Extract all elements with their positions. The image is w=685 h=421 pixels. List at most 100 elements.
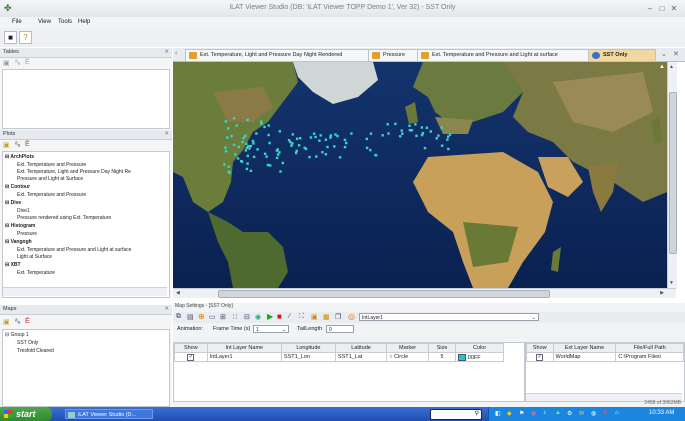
show-checkbox[interactable]: ✓ <box>526 352 554 362</box>
tab-close-icon[interactable]: ✕ <box>673 50 679 58</box>
tab-menu-icon[interactable]: ⌄ <box>661 50 667 58</box>
tree-group[interactable]: ⊟ Dive <box>5 200 21 206</box>
column-header[interactable]: Size <box>427 343 457 353</box>
plots-close-icon[interactable]: ✕ <box>164 131 169 137</box>
tray-icon[interactable]: ⚙ <box>567 410 572 417</box>
tab-ext-temp-pressure-light[interactable]: Ext. Temperature and Pressure and Light … <box>417 49 601 62</box>
tree-group[interactable]: ⊟ ArchPlots <box>5 154 34 160</box>
add-table-icon[interactable]: ▣ <box>3 59 10 67</box>
tab-sst-only[interactable]: SST Only <box>588 49 656 62</box>
layer-icon[interactable]: ▭ <box>209 313 216 321</box>
table-row[interactable]: ✓ IntLayer1 SST1_Lon SST1_Lat ○ Circle 5… <box>174 352 504 362</box>
taskbar-app-item[interactable]: iLAT Viewer Studio (D... <box>65 409 153 419</box>
layer-select-icon[interactable]: ◎ <box>348 312 355 321</box>
delete-table-icon[interactable]: Ē <box>25 59 30 66</box>
ext-layer-name-cell[interactable]: WorldMap <box>552 352 617 362</box>
map-vscrollbar[interactable]: ▲ ▼ <box>667 62 677 288</box>
add-map-icon[interactable]: ▣ <box>3 318 10 326</box>
delete-map-icon[interactable]: Ē <box>25 318 30 325</box>
dots-icon[interactable]: ∷ <box>233 313 237 321</box>
stop-icon[interactable]: ■ <box>277 312 282 321</box>
table-icon[interactable]: ⊟ <box>244 313 250 321</box>
globe-icon[interactable]: ◉ <box>255 313 261 321</box>
save-icon[interactable]: ■ <box>4 31 17 44</box>
tree-item[interactable]: Pressure and Light at Surface <box>17 176 83 182</box>
scroll-left-icon[interactable]: ◀ <box>176 290 180 296</box>
rename-table-icon[interactable]: ᵃₐ <box>15 59 20 66</box>
tray-icon[interactable]: ✉ <box>579 410 584 417</box>
column-header[interactable]: Latitude <box>334 343 388 353</box>
tree-item[interactable]: Dive1 <box>17 208 30 214</box>
delete-plot-icon[interactable]: Ē <box>25 141 30 148</box>
maps-close-icon[interactable]: ✕ <box>164 306 169 312</box>
chart-icon[interactable]: ▦ <box>323 313 330 321</box>
show-checkbox[interactable]: ✓ <box>174 352 208 362</box>
tab-scroll-left-icon[interactable]: ‹ <box>175 50 177 57</box>
menu-help[interactable]: Help <box>78 19 90 25</box>
window-icon[interactable]: ❐ <box>335 313 341 321</box>
select-icon[interactable]: ⛶ <box>299 313 304 321</box>
tree-item[interactable]: Ext. Temperature and Pressure <box>17 192 86 198</box>
tray-icon[interactable]: ◧ <box>495 410 501 417</box>
column-header[interactable]: File/Full Path <box>615 343 684 353</box>
grid-icon[interactable]: ⊞ <box>220 313 226 321</box>
column-header[interactable]: Color <box>455 343 504 353</box>
tree-item[interactable]: Ext. Temperature and Pressure <box>17 162 86 168</box>
column-header[interactable]: Longitude <box>280 343 336 353</box>
help-icon[interactable]: ? <box>19 31 32 44</box>
tree-group[interactable]: ⊟ Contour <box>5 184 30 190</box>
hscroll-thumb[interactable] <box>218 290 550 298</box>
tray-icon[interactable]: ⌂ <box>615 410 619 416</box>
column-header[interactable]: Marker <box>386 343 429 353</box>
rename-plot-icon[interactable]: ᵃₐ <box>15 141 20 148</box>
tree-item[interactable]: Ext. Temperature, Light and Pressure Day… <box>17 169 131 175</box>
column-header[interactable]: Show <box>174 343 208 353</box>
tree-item[interactable]: Pressure <box>17 231 37 237</box>
menu-tools[interactable]: Tools <box>58 19 72 25</box>
color-cell[interactable]: 00FF <box>455 352 504 362</box>
scroll-right-icon[interactable]: ▶ <box>660 290 664 296</box>
map-view[interactable]: ▲ <box>173 62 667 288</box>
tree-group[interactable]: ⊟ Vangogh <box>5 239 32 245</box>
start-button[interactable]: start <box>0 407 52 421</box>
tree-item[interactable]: Ext. Temperature <box>17 270 55 276</box>
menu-view[interactable]: View <box>38 19 51 25</box>
map-scroll-up-icon[interactable]: ▲ <box>659 64 665 70</box>
tree-group[interactable]: ⊟ XBT <box>5 262 21 268</box>
maximize-button[interactable]: □ <box>657 4 667 13</box>
paste-icon[interactable]: ▤ <box>187 313 194 321</box>
tray-icon[interactable]: ◆ <box>507 410 512 417</box>
frame-time-select[interactable]: 1 ⌄ <box>253 325 289 333</box>
tray-icon[interactable]: ◍ <box>591 410 596 417</box>
column-header[interactable]: Ext Layer Name <box>552 343 617 353</box>
file-path-cell[interactable]: C:\Program Files\ <box>615 352 684 362</box>
draw-line-icon[interactable]: ⁄ <box>289 313 290 320</box>
tray-icon[interactable]: ⚑ <box>519 410 524 417</box>
latitude-cell[interactable]: SST1_Lat <box>334 352 388 362</box>
export-icon[interactable]: ▣ <box>311 313 318 321</box>
tray-icon[interactable]: ■ <box>603 410 607 416</box>
tree-group[interactable]: ⊟ Group 1 <box>5 332 29 338</box>
tree-item[interactable]: Tresfold Cleared <box>17 348 54 354</box>
tree-item[interactable]: Light at Surface <box>17 254 52 260</box>
tab-ext-temp-light-pressure[interactable]: Ext. Temperature, Light and Pressure Day… <box>185 49 381 62</box>
column-header[interactable]: Int Layer Name <box>206 343 282 353</box>
layer-name-cell[interactable]: IntLayer1 <box>206 352 282 362</box>
tree-item[interactable]: SST Only <box>17 340 38 346</box>
taskbar-search-input[interactable]: ⚲ <box>430 409 482 420</box>
rename-map-icon[interactable]: ᵃₐ <box>15 318 20 325</box>
add-plot-icon[interactable]: ▣ <box>3 141 10 149</box>
scroll-up-icon[interactable]: ▲ <box>669 64 674 70</box>
close-button[interactable]: ✕ <box>669 4 679 13</box>
tables-tree[interactable] <box>2 69 170 129</box>
scroll-down-icon[interactable]: ▼ <box>669 280 674 286</box>
minimize-button[interactable]: – <box>645 4 655 13</box>
marker-cell[interactable]: ○ Circle <box>386 352 429 362</box>
clock[interactable]: 10:33 AM <box>649 410 674 416</box>
tree-item[interactable]: Pressure rendered using Ext. Temperature <box>17 215 111 221</box>
tray-icon[interactable]: ◉ <box>531 410 536 417</box>
scroll-thumb[interactable] <box>669 92 677 254</box>
map-hscrollbar[interactable]: ◀ ▶ <box>173 288 676 298</box>
layer-select[interactable]: IntLayer1 ⌄ <box>359 313 539 321</box>
tree-group[interactable]: ⊟ Histogram <box>5 223 35 229</box>
